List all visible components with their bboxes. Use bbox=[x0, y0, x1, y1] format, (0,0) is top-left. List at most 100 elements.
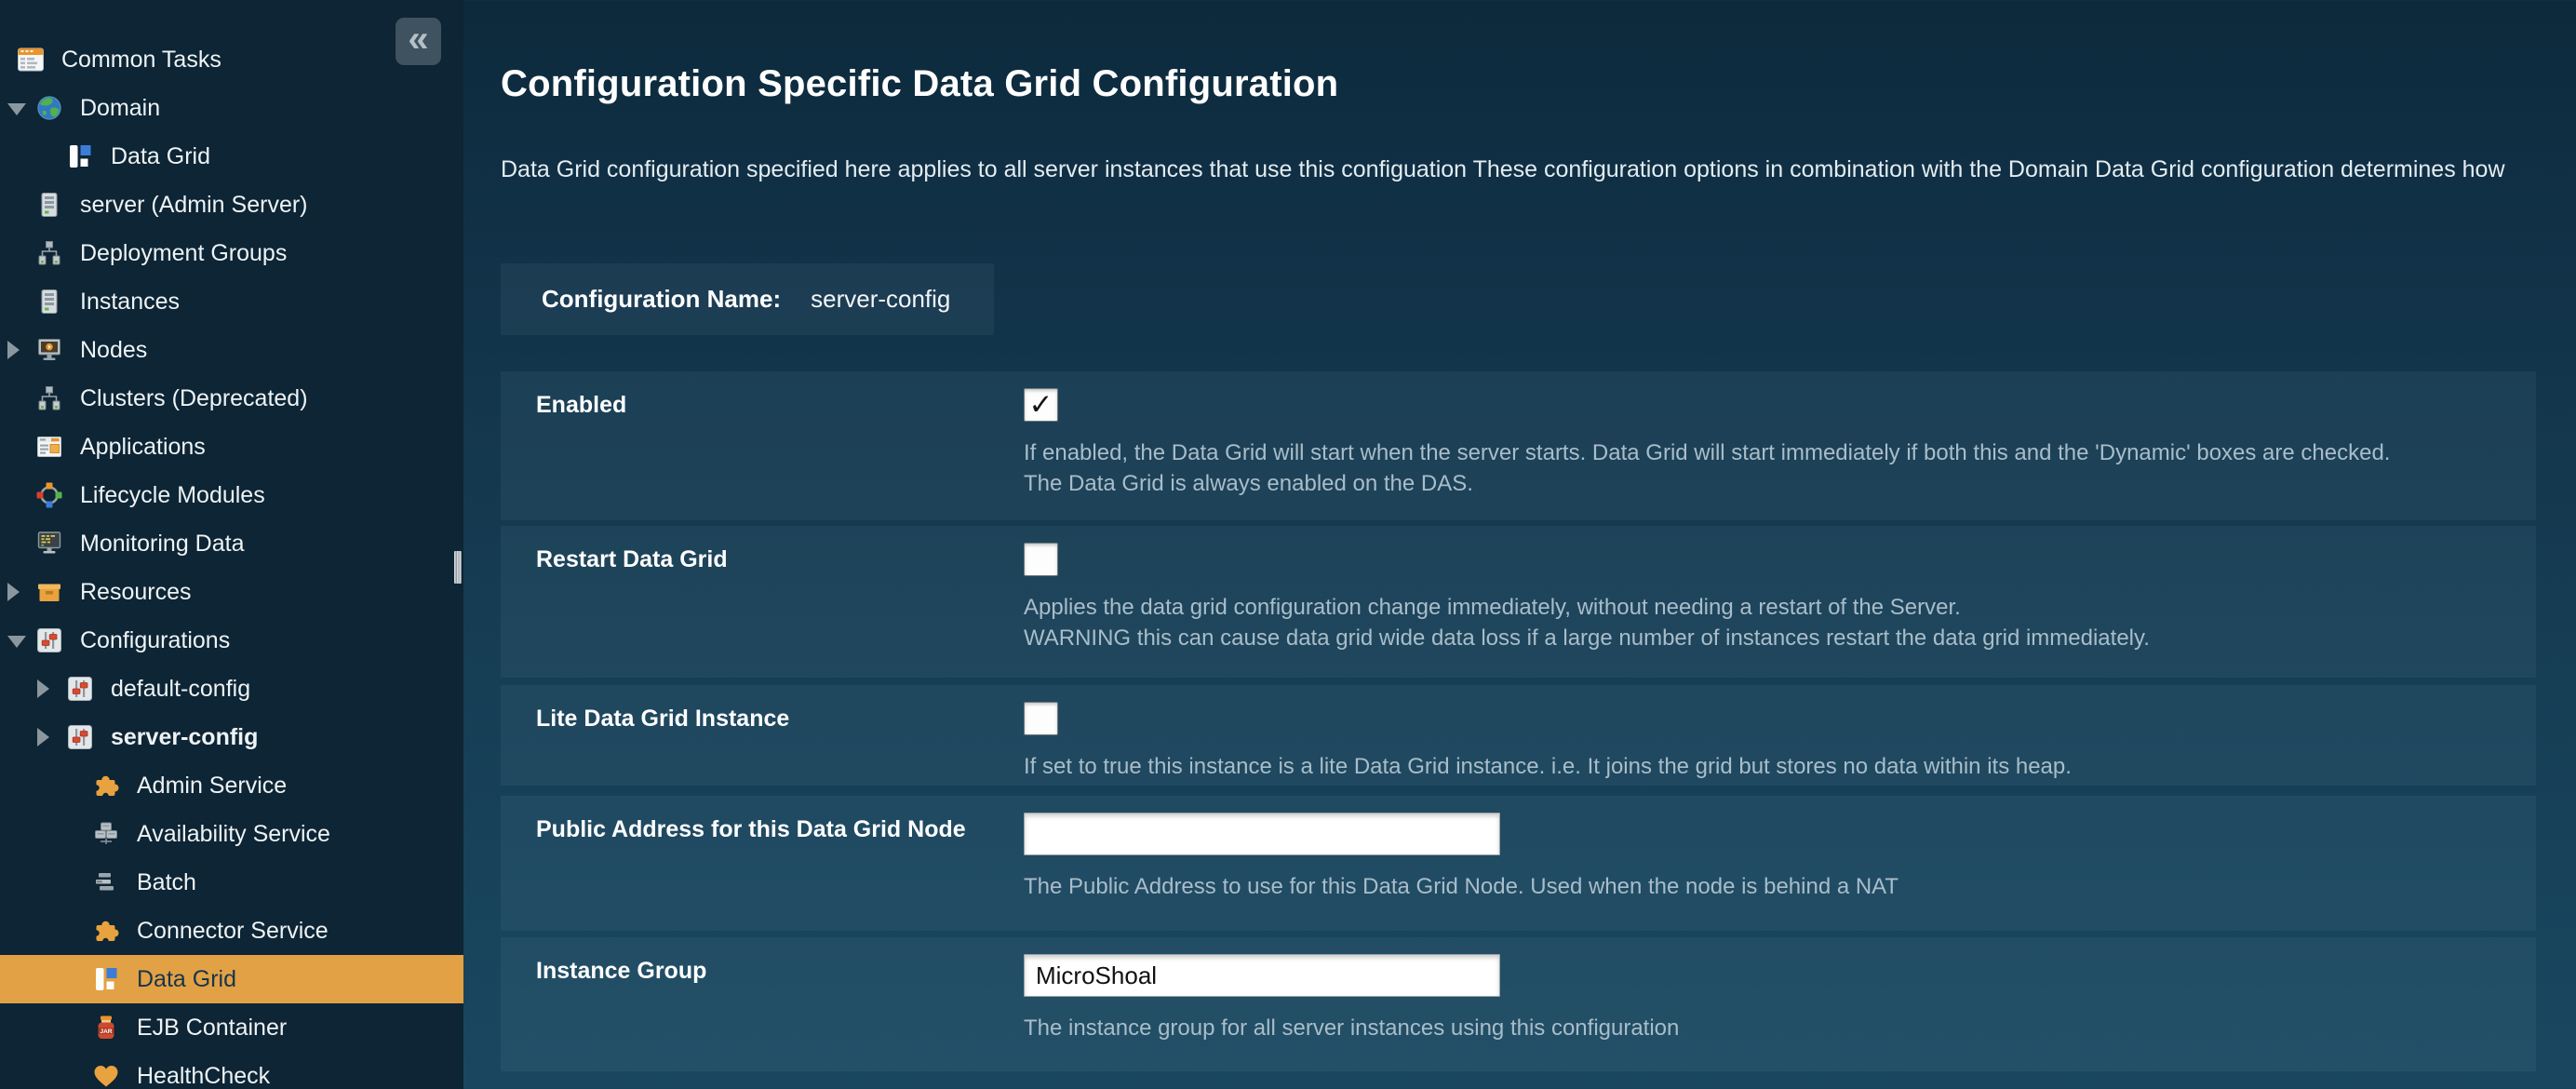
applications-icon bbox=[35, 433, 63, 461]
sidebar-item-domain[interactable]: Domain bbox=[0, 84, 463, 132]
sidebar-item-label: Data Grid bbox=[137, 966, 236, 993]
puzzle-icon bbox=[92, 917, 120, 945]
config-name-panel: Configuration Name: server-config bbox=[501, 263, 994, 335]
sidebar-item-label: HealthCheck bbox=[137, 1063, 270, 1089]
sidebar-item-label: Instances bbox=[80, 289, 180, 316]
sidebar-item-label: EJB Container bbox=[137, 1015, 287, 1042]
sidebar-item-admin-service[interactable]: Admin Service bbox=[0, 761, 463, 810]
sidebar-item-instances[interactable]: Instances bbox=[0, 277, 463, 326]
public-address-help: The Public Address to use for this Data … bbox=[1024, 871, 1898, 902]
field-help-line: The instance group for all server instan… bbox=[1024, 1013, 1679, 1043]
lite-data-grid-instance-label: Lite Data Grid Instance bbox=[536, 706, 1020, 733]
page-title: Configuration Specific Data Grid Configu… bbox=[501, 63, 1338, 105]
tree-collapsed-arrow-icon[interactable] bbox=[37, 728, 49, 746]
field-help-line: WARNING this can cause data grid wide da… bbox=[1024, 623, 2150, 653]
data-grid-icon bbox=[92, 965, 120, 993]
tree-collapsed-arrow-icon[interactable] bbox=[37, 679, 49, 698]
enabled-help: If enabled, the Data Grid will start whe… bbox=[1024, 437, 2390, 499]
tasks-icon bbox=[17, 46, 45, 74]
sidebar-item-label: Batch bbox=[137, 869, 196, 896]
monitor-node-icon bbox=[35, 336, 63, 364]
sidebar-item-ejb-container[interactable]: JAR EJB Container bbox=[0, 1003, 463, 1052]
form-row-public-address: Public Address for this Data Grid NodeTh… bbox=[501, 796, 2536, 931]
sidebar-item-batch[interactable]: Batch bbox=[0, 858, 463, 907]
sidebar-item-server-config[interactable]: server-config bbox=[0, 713, 463, 761]
sidebar-item-deployment-groups[interactable]: Deployment Groups bbox=[0, 229, 463, 277]
svg-text:JAR: JAR bbox=[100, 1028, 112, 1035]
sidebar-item-label: Configurations bbox=[80, 627, 230, 654]
restart-data-grid-help: Applies the data grid configuration chan… bbox=[1024, 592, 2150, 653]
tree-collapsed-arrow-icon[interactable] bbox=[7, 583, 20, 601]
sidebar-item-monitoring-data[interactable]: Monitoring Data bbox=[0, 519, 463, 568]
collapse-chevrons-icon: « bbox=[408, 20, 428, 58]
sidebar-item-label: Availability Service bbox=[137, 821, 330, 848]
server-icon bbox=[35, 288, 63, 316]
restart-data-grid-checkbox[interactable] bbox=[1024, 543, 1058, 576]
sidebar-item-data-grid[interactable]: Data Grid bbox=[0, 132, 463, 181]
sidebar-item-healthcheck[interactable]: HealthCheck bbox=[0, 1052, 463, 1089]
batch-icon bbox=[92, 868, 120, 896]
public-address-input[interactable] bbox=[1024, 813, 1500, 855]
sidebar-item-configurations[interactable]: Configurations bbox=[0, 616, 463, 665]
field-help-line: If set to true this instance is a lite D… bbox=[1024, 751, 2072, 782]
sliders-icon bbox=[66, 675, 94, 703]
sidebar-item-label: server-config bbox=[111, 724, 258, 751]
field-help-line: The Public Address to use for this Data … bbox=[1024, 871, 1898, 902]
sidebar-scrollbar-thumb[interactable] bbox=[454, 551, 462, 584]
collapse-sidebar-button[interactable]: « bbox=[396, 18, 441, 65]
config-name-label: Configuration Name: bbox=[542, 285, 781, 314]
field-help-line: Applies the data grid configuration chan… bbox=[1024, 592, 2150, 623]
tree-expanded-arrow-icon[interactable] bbox=[7, 636, 26, 648]
config-name-value: server-config bbox=[811, 285, 950, 314]
instance-group-input[interactable] bbox=[1024, 954, 1500, 997]
field-help-line: The Data Grid is always enabled on the D… bbox=[1024, 468, 2390, 499]
sidebar-item-label: server (Admin Server) bbox=[80, 192, 308, 219]
sidebar-item-label: Lifecycle Modules bbox=[80, 482, 265, 509]
public-address-control-area: The Public Address to use for this Data … bbox=[1024, 813, 2514, 902]
sidebar-item-label: Resources bbox=[80, 579, 192, 606]
deployment-groups-icon bbox=[35, 384, 63, 412]
data-grid-icon bbox=[66, 142, 94, 170]
tree-collapsed-arrow-icon[interactable] bbox=[7, 341, 20, 359]
sidebar-item-default-config[interactable]: default-config bbox=[0, 665, 463, 713]
heart-icon bbox=[92, 1062, 120, 1089]
sidebar-item-label: Connector Service bbox=[137, 918, 329, 945]
deployment-groups-icon bbox=[35, 239, 63, 267]
enabled-label: Enabled bbox=[536, 392, 1020, 419]
instance-group-control-area: The instance group for all server instan… bbox=[1024, 954, 2514, 1043]
sidebar-item-label: default-config bbox=[111, 676, 250, 703]
enabled-checkbox[interactable]: ✓ bbox=[1024, 388, 1058, 422]
sidebar-item-label: Nodes bbox=[80, 337, 147, 364]
lite-data-grid-instance-checkbox[interactable] bbox=[1024, 702, 1058, 735]
page-description: Data Grid configuration specified here a… bbox=[501, 156, 2576, 183]
restart-data-grid-control-area: Applies the data grid configuration chan… bbox=[1024, 543, 2514, 653]
instance-group-help: The instance group for all server instan… bbox=[1024, 1013, 1679, 1043]
enabled-control-area: ✓ If enabled, the Data Grid will start wh… bbox=[1024, 388, 2514, 499]
sidebar-item-label: Admin Service bbox=[137, 773, 287, 800]
form-row-enabled: Enabled✓ If enabled, the Data Grid will s… bbox=[501, 371, 2536, 520]
sliders-icon bbox=[35, 626, 63, 654]
sidebar-item-nodes[interactable]: Nodes bbox=[0, 326, 463, 374]
sidebar-item-label: Monitoring Data bbox=[80, 531, 244, 558]
sliders-icon bbox=[66, 723, 94, 751]
lite-data-grid-instance-help: If set to true this instance is a lite D… bbox=[1024, 751, 2072, 782]
sidebar-item-label: Clusters (Deprecated) bbox=[80, 385, 308, 412]
form-row-lite-data-grid-instance: Lite Data Grid InstanceIf set to true th… bbox=[501, 685, 2536, 786]
tree-expanded-arrow-icon[interactable] bbox=[7, 103, 26, 115]
sidebar-item-common-tasks[interactable]: Common Tasks bbox=[0, 35, 463, 84]
sidebar-item-lifecycle-modules[interactable]: Lifecycle Modules bbox=[0, 471, 463, 519]
sidebar-item-connector-service[interactable]: Connector Service bbox=[0, 907, 463, 955]
sidebar-item-clusters-deprecated[interactable]: Clusters (Deprecated) bbox=[0, 374, 463, 423]
restart-data-grid-label: Restart Data Grid bbox=[536, 546, 1020, 573]
sidebar-item-label: Common Tasks bbox=[61, 47, 221, 74]
sidebar-item-availability-service[interactable]: Availability Service bbox=[0, 810, 463, 858]
jar-icon: JAR bbox=[92, 1014, 120, 1042]
sidebar-item-applications[interactable]: Applications bbox=[0, 423, 463, 471]
resources-box-icon bbox=[35, 578, 63, 606]
server-icon bbox=[35, 191, 63, 219]
sidebar: Common Tasks Domain Data Grid server (Admin… bbox=[0, 0, 463, 1089]
sidebar-item-label: Data Grid bbox=[111, 143, 210, 170]
sidebar-item-server-admin-server[interactable]: server (Admin Server) bbox=[0, 181, 463, 229]
sidebar-item-resources[interactable]: Resources bbox=[0, 568, 463, 616]
sidebar-item-data-grid[interactable]: Data Grid bbox=[0, 955, 463, 1003]
